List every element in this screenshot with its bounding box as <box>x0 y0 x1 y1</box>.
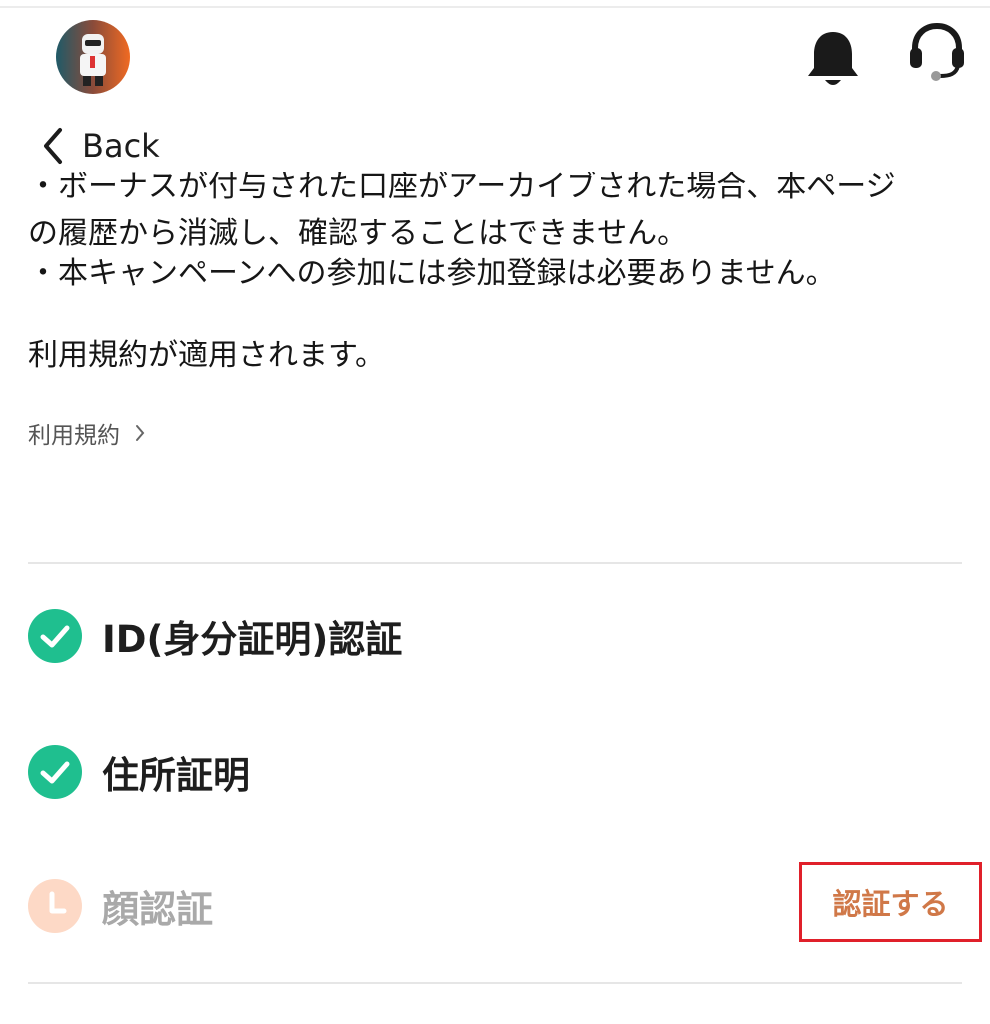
avatar-image <box>56 20 130 94</box>
chevron-left-icon <box>44 128 62 164</box>
section-divider <box>28 982 962 984</box>
back-button[interactable]: Back <box>40 124 160 168</box>
avatar[interactable] <box>56 20 130 94</box>
bell-icon[interactable] <box>804 28 862 90</box>
verify-button[interactable]: 認証する <box>799 862 982 942</box>
verification-item-id: ID(身分証明)認証 <box>28 606 962 666</box>
verification-label: 顔認証 <box>102 888 213 931</box>
verification-label: ID(身分証明)認証 <box>102 618 403 661</box>
clock-icon <box>28 879 82 933</box>
check-circle-icon <box>28 745 82 799</box>
check-circle-icon <box>28 609 82 663</box>
back-label: Back <box>82 127 160 165</box>
section-divider <box>28 562 962 564</box>
terms-notice: 利用規約が適用されます。 <box>28 338 385 373</box>
chevron-right-icon <box>136 425 145 441</box>
terms-link-label: 利用規約 <box>28 423 120 449</box>
top-divider <box>0 6 990 8</box>
verification-item-address: 住所証明 <box>28 742 962 802</box>
headset-icon[interactable] <box>906 20 968 86</box>
note-line: の履歴から消滅し、確認することはできません。 <box>28 216 688 251</box>
verification-label: 住所証明 <box>102 754 250 797</box>
note-clipped-line: ・ボーナスが付与された口座がアーカイブされた場合、本ページ <box>28 172 896 204</box>
note-line: ・本キャンペーンへの参加には参加登録は必要ありません。 <box>28 256 836 291</box>
terms-link[interactable]: 利用規約 <box>28 416 146 450</box>
